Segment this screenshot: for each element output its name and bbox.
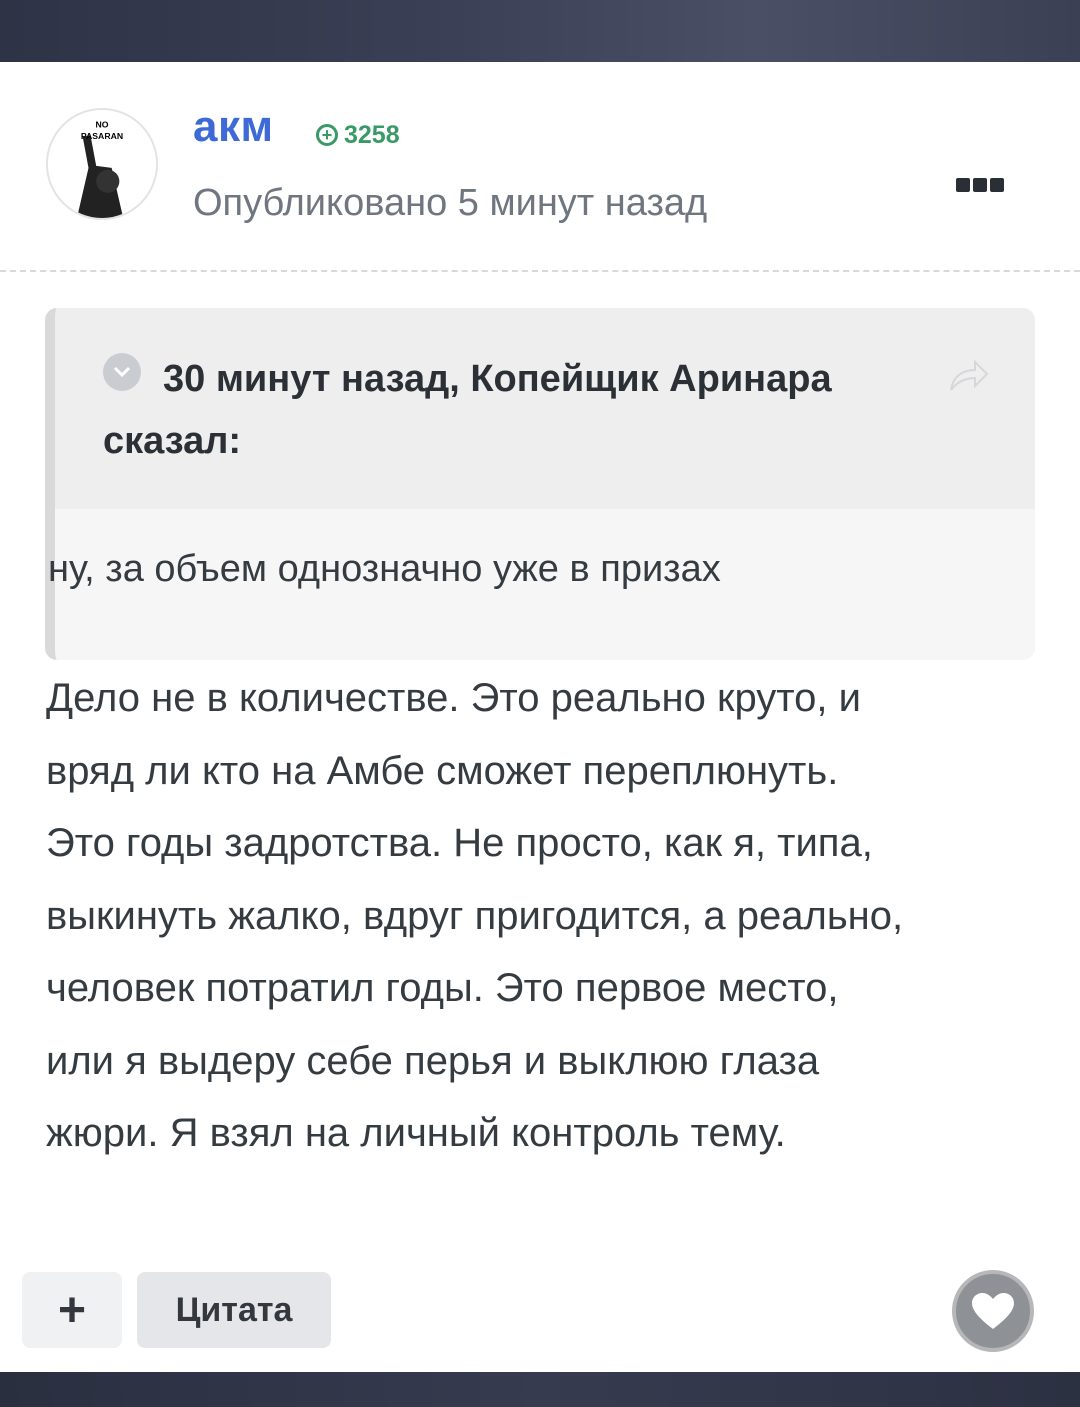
post-line: выкинуть жалко, вдруг пригодится, а реал… [46, 893, 904, 938]
author-name-link[interactable]: акм [193, 102, 274, 152]
post-line: жюри. Я взял на личный контроль тему. [46, 1111, 786, 1155]
reputation-badge: + 3258 [316, 120, 400, 150]
top-background-strip [0, 0, 1080, 62]
like-button[interactable] [952, 1270, 1034, 1352]
avatar-logo-text-2: PASARAN [81, 131, 123, 141]
post-line: или я выдеру себе перья и выклюю глаза [46, 1038, 820, 1083]
share-arrow-icon[interactable] [945, 358, 989, 394]
post-line: Дело не в количестве. Это реально круто,… [46, 676, 861, 720]
multiquote-add-button[interactable]: + [22, 1272, 122, 1348]
header-divider [0, 270, 1080, 272]
post-line: Это годы задротства. Не просто, как я, т… [46, 821, 873, 865]
ellipsis-icon[interactable] [956, 178, 1004, 192]
avatar-image: NO PASARAN [48, 110, 156, 218]
quote-block: 30 минут назад, Копейщик Аринара сказал: [45, 308, 1035, 660]
bottom-background-strip [0, 1372, 1080, 1407]
avatar-logo-text-1: NO [96, 119, 109, 129]
quote-citation: 30 минут назад, Копейщик Аринара сказал: [103, 358, 832, 462]
post-timestamp: Опубликовано 5 минут назад [193, 182, 708, 224]
reputation-count: 3258 [344, 120, 400, 149]
quote-button[interactable]: Цитата [137, 1272, 331, 1348]
quoted-message: ну, за объем однозначно уже в призах [48, 548, 721, 590]
post-line: вряд ли кто на Амбе сможет переплюнуть. [46, 748, 839, 793]
post-content: Дело не в количестве. Это реально круто,… [46, 662, 1046, 1170]
heart-icon [972, 1293, 1014, 1329]
post-line: человек потратил годы. Это первое место, [46, 966, 839, 1010]
author-avatar[interactable]: NO PASARAN [46, 108, 158, 220]
plus-circle-icon: + [316, 124, 338, 146]
